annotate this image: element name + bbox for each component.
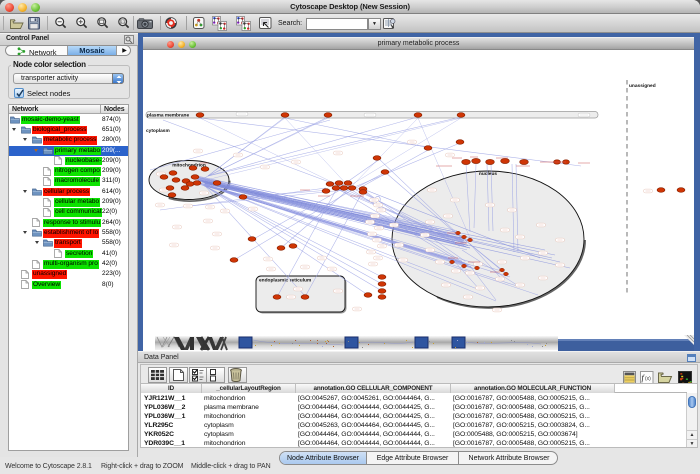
svg-text:1:1: 1:1 (120, 20, 125, 24)
svg-text:unassigned: unassigned (629, 83, 656, 89)
svg-text:nucleus: nucleus (479, 171, 497, 177)
svg-text:(x): (x) (645, 376, 651, 382)
svg-text:plasma membrane: plasma membrane (147, 113, 189, 119)
svg-text:cytoplasm: cytoplasm (146, 128, 170, 134)
